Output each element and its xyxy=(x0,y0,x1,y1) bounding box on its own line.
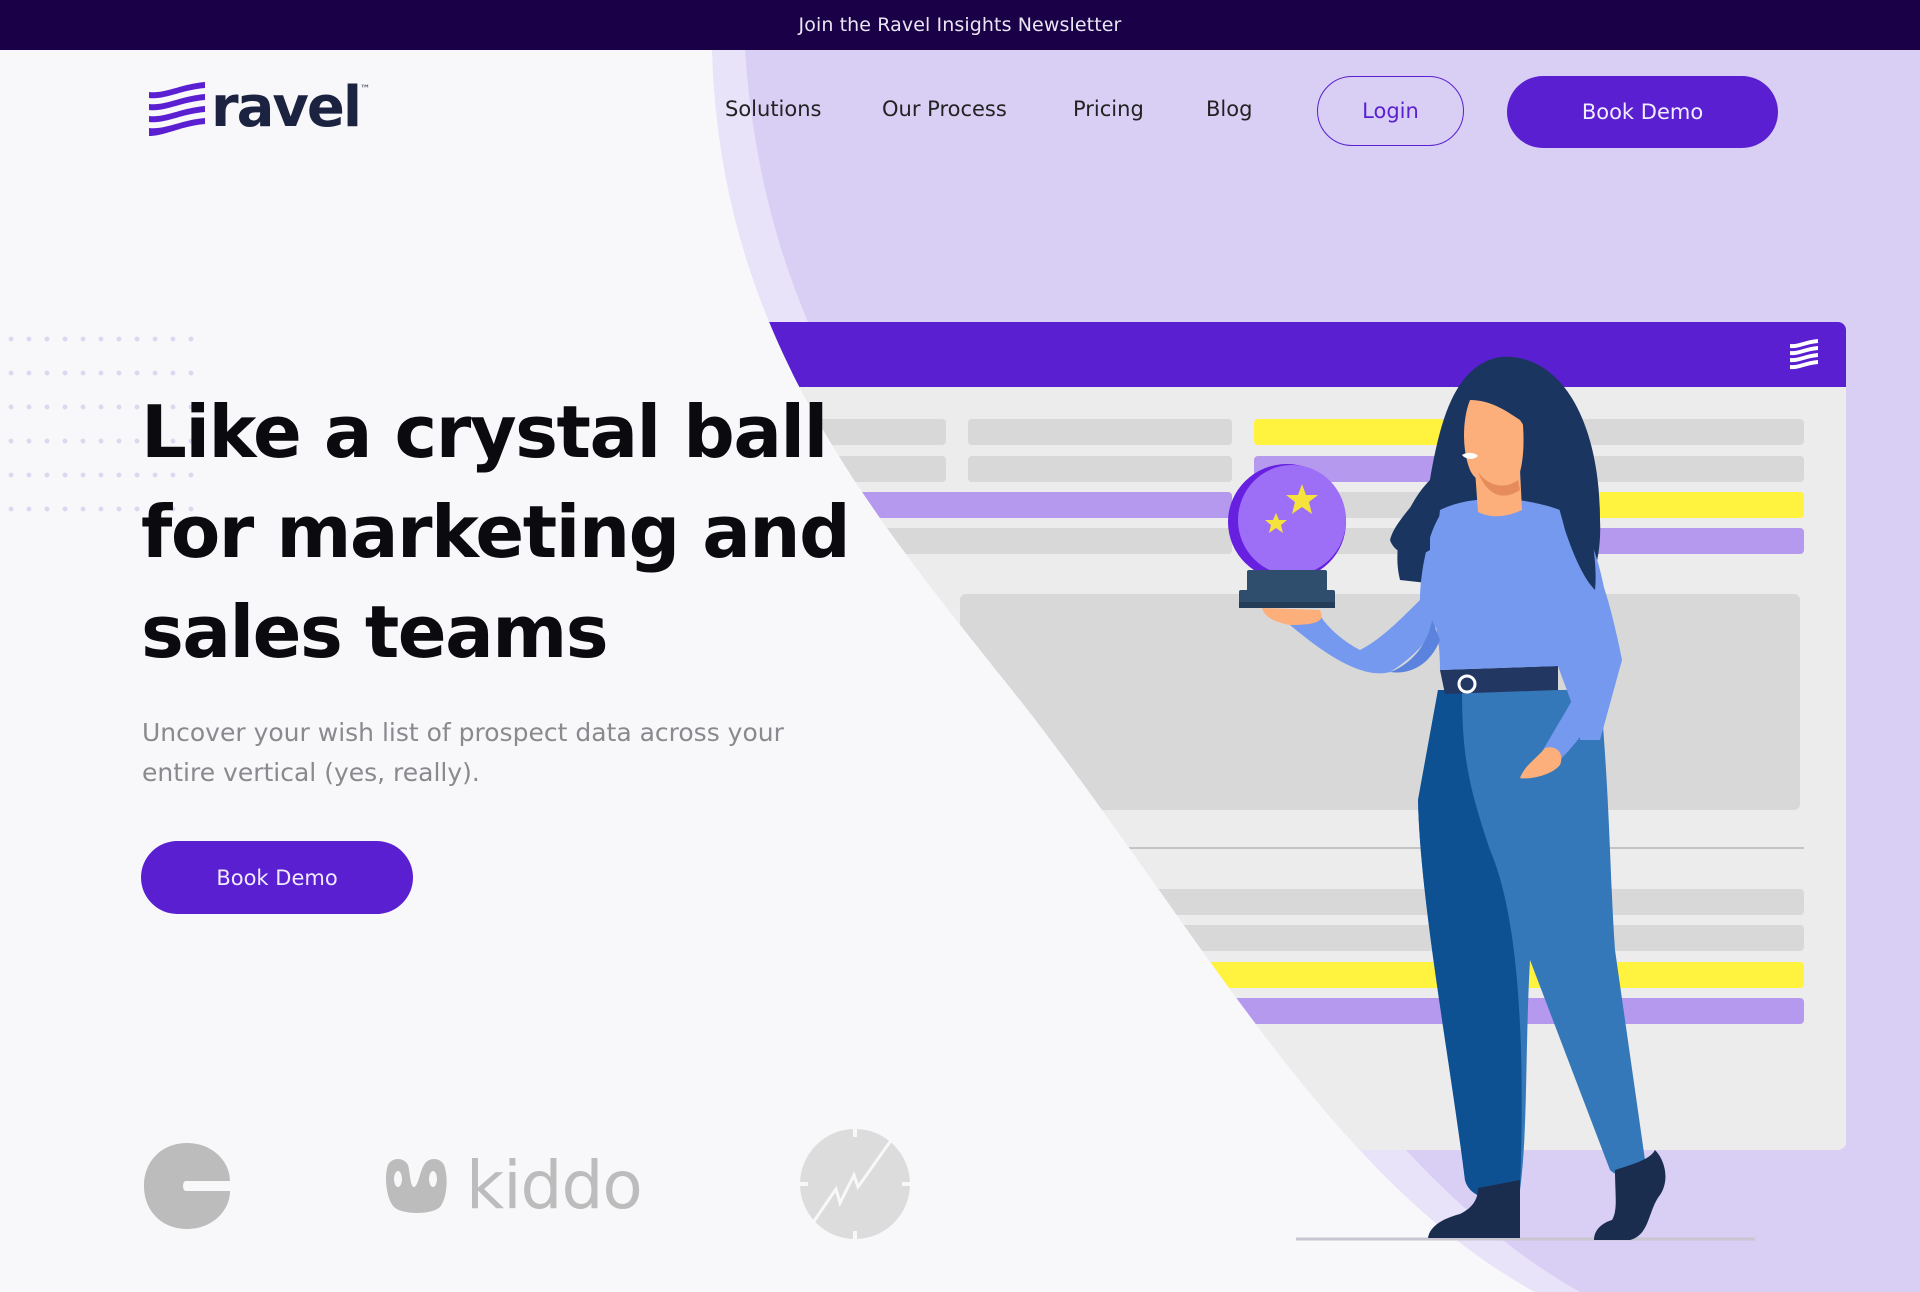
nav-blog[interactable]: Blog xyxy=(1206,97,1252,121)
book-demo-nav-button[interactable]: Book Demo xyxy=(1507,76,1778,148)
announcement-bar: Join the Ravel Insights Newsletter xyxy=(0,0,1920,50)
nav-our-process[interactable]: Our Process xyxy=(882,97,1007,121)
hero-subtext: Uncover your wish list of prospect data … xyxy=(142,713,822,793)
headline-line-2: for marketing and xyxy=(141,490,851,574)
hero-headline: Like a crystal ball for marketing and sa… xyxy=(141,382,901,682)
nav-pricing[interactable]: Pricing xyxy=(1073,97,1144,121)
client-c-logo-icon xyxy=(144,1143,230,1229)
ravel-mark-icon xyxy=(149,82,205,136)
trademark: ™ xyxy=(360,84,371,95)
login-button[interactable]: Login xyxy=(1317,76,1464,146)
headline-line-1: Like a crystal ball xyxy=(141,390,828,474)
subtext-line-2: entire vertical (yes, really). xyxy=(142,758,480,787)
subtext-line-1: Uncover your wish list of prospect data … xyxy=(142,718,784,747)
kiddo-wordmark: kiddo xyxy=(466,1147,643,1224)
newsletter-link[interactable]: Join the Ravel Insights Newsletter xyxy=(799,14,1122,36)
client-kiddo-logo: kiddo xyxy=(382,1147,643,1224)
window-ravel-mark-icon xyxy=(1790,339,1818,370)
headline-line-3: sales teams xyxy=(141,590,609,674)
book-demo-hero-button[interactable]: Book Demo xyxy=(141,841,413,914)
ravel-logo[interactable]: ravel ™ xyxy=(145,78,375,144)
logo-wordmark: ravel xyxy=(211,75,362,140)
nav-solutions[interactable]: Solutions xyxy=(725,97,822,121)
client-trend-logo-icon xyxy=(798,1127,912,1241)
kiddo-mark-icon xyxy=(386,1159,447,1213)
